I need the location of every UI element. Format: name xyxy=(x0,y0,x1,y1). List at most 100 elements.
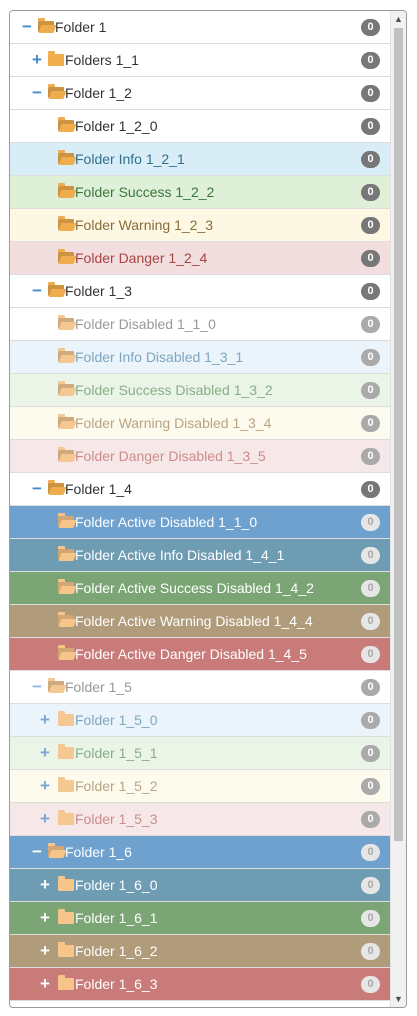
scroll-up-icon[interactable]: ▲ xyxy=(391,11,406,27)
expand-icon[interactable]: + xyxy=(38,770,52,802)
tree-node[interactable]: Folder 1_2_0 0 xyxy=(10,110,391,143)
tree-node[interactable]: − Folder 1_5 0 xyxy=(10,671,391,704)
folder-closed-icon xyxy=(58,744,74,759)
tree-node-label: Folder 1_5_2 xyxy=(75,778,158,794)
folder-closed-icon xyxy=(58,942,74,957)
tree-node[interactable]: + Folder 1_6_3 0 xyxy=(10,968,391,1001)
expand-icon[interactable]: + xyxy=(38,704,52,736)
collapse-icon[interactable]: − xyxy=(30,77,44,109)
tree-node-label: Folder Warning Disabled 1_3_4 xyxy=(75,415,272,431)
tree-node[interactable]: Folder Disabled 1_1_0 0 xyxy=(10,308,391,341)
count-badge: 0 xyxy=(361,217,380,234)
tree-node[interactable]: Folder Info Disabled 1_3_1 0 xyxy=(10,341,391,374)
count-badge: 0 xyxy=(361,283,380,300)
expand-icon[interactable]: + xyxy=(38,803,52,835)
tree-node-label: Folder Active Disabled 1_1_0 xyxy=(75,514,258,530)
tree-node-label: Folder 1_6_3 xyxy=(75,976,158,992)
tree-node[interactable]: − Folder 1 0 xyxy=(10,11,391,44)
folder-open-icon xyxy=(58,612,77,627)
scrollbar-thumb[interactable] xyxy=(394,28,403,841)
tree-node[interactable]: + Folder 1_5_0 0 xyxy=(10,704,391,737)
folder-open-icon xyxy=(58,414,77,429)
scroll-down-icon[interactable]: ▼ xyxy=(391,991,406,1007)
tree-node[interactable]: − Folder 1_6 0 xyxy=(10,836,391,869)
collapse-icon[interactable]: − xyxy=(20,11,34,43)
tree-node[interactable]: Folder Info 1_2_1 0 xyxy=(10,143,391,176)
count-badge: 0 xyxy=(361,19,380,36)
tree-node[interactable]: Folder Warning 1_2_3 0 xyxy=(10,209,391,242)
tree-node[interactable]: − Folder 1_2 0 xyxy=(10,77,391,110)
tree-node[interactable]: Folder Danger 1_2_4 0 xyxy=(10,242,391,275)
folder-closed-icon xyxy=(48,51,64,66)
folder-open-icon xyxy=(58,546,77,561)
tree-node[interactable]: + Folder 1_5_1 0 xyxy=(10,737,391,770)
count-badge: 0 xyxy=(361,547,380,564)
folder-open-icon xyxy=(58,645,77,660)
folder-open-icon xyxy=(58,381,77,396)
expand-icon[interactable]: + xyxy=(38,902,52,934)
folder-open-icon xyxy=(48,84,67,99)
tree-node-label: Folder 1 xyxy=(55,19,107,35)
collapse-icon[interactable]: − xyxy=(30,473,44,505)
tree-node[interactable]: + Folder 1_6_1 0 xyxy=(10,902,391,935)
tree-node-label: Folder 1_5_1 xyxy=(75,745,158,761)
count-badge: 0 xyxy=(361,448,380,465)
count-badge: 0 xyxy=(361,811,380,828)
folder-open-icon xyxy=(48,678,67,693)
count-badge: 0 xyxy=(361,877,380,894)
folder-closed-icon xyxy=(58,909,74,924)
tree-node-label: Folder 1_2 xyxy=(65,85,132,101)
count-badge: 0 xyxy=(361,349,380,366)
expand-icon[interactable]: + xyxy=(30,44,44,76)
count-badge: 0 xyxy=(361,415,380,432)
folder-open-icon xyxy=(48,843,67,858)
collapse-icon[interactable]: − xyxy=(30,275,44,307)
expand-icon[interactable]: + xyxy=(38,968,52,1000)
tree-node[interactable]: + Folder 1_6_2 0 xyxy=(10,935,391,968)
folder-open-icon xyxy=(58,447,77,462)
tree-node-label: Folder Warning 1_2_3 xyxy=(75,217,214,233)
count-badge: 0 xyxy=(361,679,380,696)
count-badge: 0 xyxy=(361,481,380,498)
count-badge: 0 xyxy=(361,745,380,762)
tree-node-label: Folder 1_6_2 xyxy=(75,943,158,959)
collapse-icon[interactable]: − xyxy=(30,671,44,703)
count-badge: 0 xyxy=(361,85,380,102)
tree-node[interactable]: Folder Active Info Disabled 1_4_1 0 xyxy=(10,539,391,572)
tree-node[interactable]: Folder Success 1_2_2 0 xyxy=(10,176,391,209)
count-badge: 0 xyxy=(361,646,380,663)
vertical-scrollbar[interactable]: ▲ ▼ xyxy=(390,11,406,1007)
folder-open-icon xyxy=(58,117,77,132)
tree-node-label: Folder Active Success Disabled 1_4_2 xyxy=(75,580,314,596)
tree-node[interactable]: − Folder 1_4 0 xyxy=(10,473,391,506)
tree-node[interactable]: Folder Success Disabled 1_3_2 0 xyxy=(10,374,391,407)
expand-icon[interactable]: + xyxy=(38,869,52,901)
count-badge: 0 xyxy=(361,316,380,333)
tree-node[interactable]: + Folder 1_5_2 0 xyxy=(10,770,391,803)
tree-node[interactable]: Folder Active Danger Disabled 1_4_5 0 xyxy=(10,638,391,671)
tree-node[interactable]: Folder Active Success Disabled 1_4_2 0 xyxy=(10,572,391,605)
expand-icon[interactable]: + xyxy=(38,737,52,769)
count-badge: 0 xyxy=(361,976,380,993)
tree-node-label: Folder Active Danger Disabled 1_4_5 xyxy=(75,646,307,662)
tree-node[interactable]: Folder Warning Disabled 1_3_4 0 xyxy=(10,407,391,440)
tree-node[interactable]: Folder Active Disabled 1_1_0 0 xyxy=(10,506,391,539)
tree-node-label: Folder 1_2_0 xyxy=(75,118,158,134)
folder-closed-icon xyxy=(58,876,74,891)
folder-open-icon xyxy=(58,579,77,594)
tree-node[interactable]: Folder Danger Disabled 1_3_5 0 xyxy=(10,440,391,473)
tree-node[interactable]: + Folders 1_1 0 xyxy=(10,44,391,77)
count-badge: 0 xyxy=(361,250,380,267)
expand-icon[interactable]: + xyxy=(38,935,52,967)
collapse-icon[interactable]: − xyxy=(30,836,44,868)
tree-node[interactable]: Folder Active Warning Disabled 1_4_4 0 xyxy=(10,605,391,638)
tree-node[interactable]: + Folder 1_6_0 0 xyxy=(10,869,391,902)
tree-node[interactable]: − Folder 1_3 0 xyxy=(10,275,391,308)
folder-closed-icon xyxy=(58,810,74,825)
tree-node-label: Folder 1_6_1 xyxy=(75,910,158,926)
folder-open-icon xyxy=(58,249,77,264)
tree-node-label: Folder 1_6_0 xyxy=(75,877,158,893)
tree-node[interactable]: + Folder 1_5_3 0 xyxy=(10,803,391,836)
tree-node-label: Folder 1_5_3 xyxy=(75,811,158,827)
folder-open-icon xyxy=(58,183,77,198)
